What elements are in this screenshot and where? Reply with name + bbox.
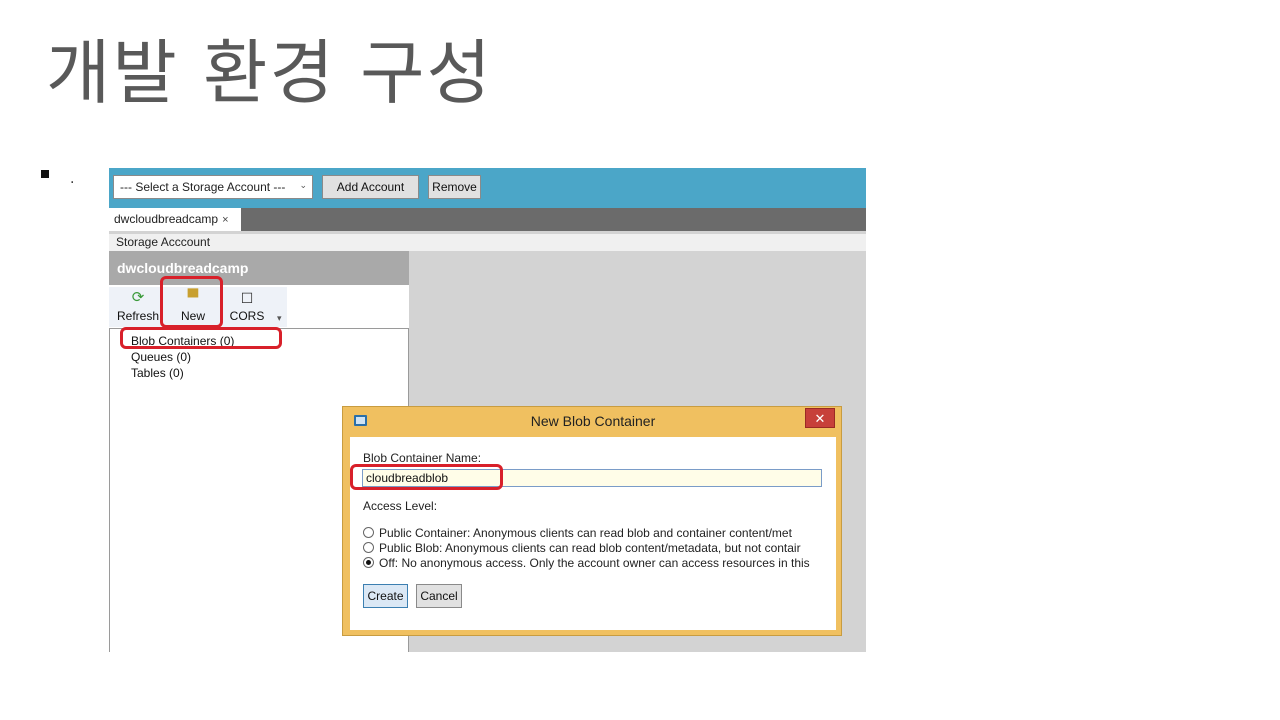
refresh-button[interactable]: ⟳ Refresh: [113, 287, 163, 327]
highlight-container-name: [350, 464, 503, 490]
highlight-new-button: [160, 276, 223, 328]
breadcrumb: Storage Acccount: [109, 234, 866, 251]
radio-public-blob[interactable]: Public Blob: Anonymous clients can read …: [363, 541, 823, 556]
dialog-title: New Blob Container: [530, 413, 656, 429]
tree-item-tables[interactable]: Tables (0): [110, 365, 408, 381]
tab-dwcloudbreadcamp[interactable]: dwcloudbreadcamp ×: [109, 208, 241, 231]
create-button[interactable]: Create: [363, 584, 408, 608]
radio-button[interactable]: [363, 527, 374, 538]
slide-title: 개발 환경 구성: [46, 32, 493, 114]
refresh-label: Refresh: [116, 309, 160, 323]
cors-button[interactable]: ☐ CORS: [225, 287, 269, 327]
radio-public-container[interactable]: Public Container: Anonymous clients can …: [363, 526, 823, 541]
access-level-label: Access Level:: [363, 499, 438, 513]
storage-account-select-value: --- Select a Storage Account ---: [120, 180, 286, 194]
new-blob-container-dialog: New Blob Container ✕ Blob Container Name…: [342, 406, 842, 636]
tab-bar: dwcloudbreadcamp ×: [109, 208, 866, 231]
close-icon[interactable]: ×: [222, 214, 228, 226]
cancel-button[interactable]: Cancel: [416, 584, 462, 608]
cors-label: CORS: [229, 309, 265, 323]
add-account-button[interactable]: Add Account: [322, 175, 419, 199]
storage-account-select[interactable]: --- Select a Storage Account --- ⌄: [113, 175, 313, 199]
highlight-blob-containers: [120, 327, 282, 349]
ribbon-overflow-icon[interactable]: ▾: [277, 313, 282, 324]
radio-label: Public Blob: Anonymous clients can read …: [379, 541, 801, 555]
refresh-icon: ⟳: [131, 289, 145, 306]
radio-label: Public Container: Anonymous clients can …: [379, 526, 792, 540]
radio-button[interactable]: [363, 542, 374, 553]
panel-header: dwcloudbreadcamp: [109, 251, 409, 285]
radio-off[interactable]: Off: No anonymous access. Only the accou…: [363, 556, 823, 571]
bullet-marker: [41, 170, 49, 178]
tab-label: dwcloudbreadcamp: [114, 212, 219, 226]
chevron-down-icon: ⌄: [299, 180, 307, 190]
remove-account-button[interactable]: Remove: [428, 175, 481, 199]
top-toolbar: --- Select a Storage Account --- ⌄ Add A…: [109, 168, 866, 208]
container-name-label: Blob Container Name:: [363, 451, 482, 465]
tree-item-queues[interactable]: Queues (0): [110, 349, 408, 365]
bullet-text: .: [70, 171, 75, 187]
radio-label: Off: No anonymous access. Only the accou…: [379, 556, 810, 570]
cors-icon: ☐: [240, 290, 254, 306]
radio-button-selected[interactable]: [363, 557, 374, 568]
close-icon[interactable]: ✕: [805, 408, 835, 428]
